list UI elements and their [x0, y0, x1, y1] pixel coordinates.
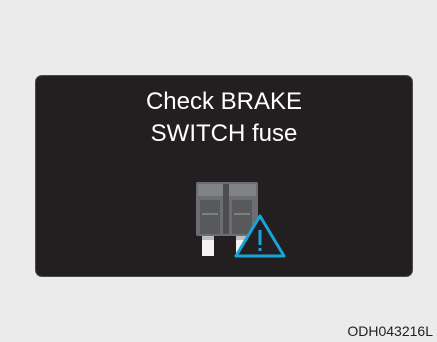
fuse-warning-graphic [184, 174, 296, 260]
warning-message: Check BRAKE SWITCH fuse [36, 86, 412, 150]
cluster-display-panel: Check BRAKE SWITCH fuse [35, 75, 413, 277]
warning-message-line-1: Check BRAKE [145, 88, 303, 115]
image-code-label: ODH043216L [347, 323, 433, 339]
warning-message-line-2: SWITCH fuse [150, 120, 298, 147]
